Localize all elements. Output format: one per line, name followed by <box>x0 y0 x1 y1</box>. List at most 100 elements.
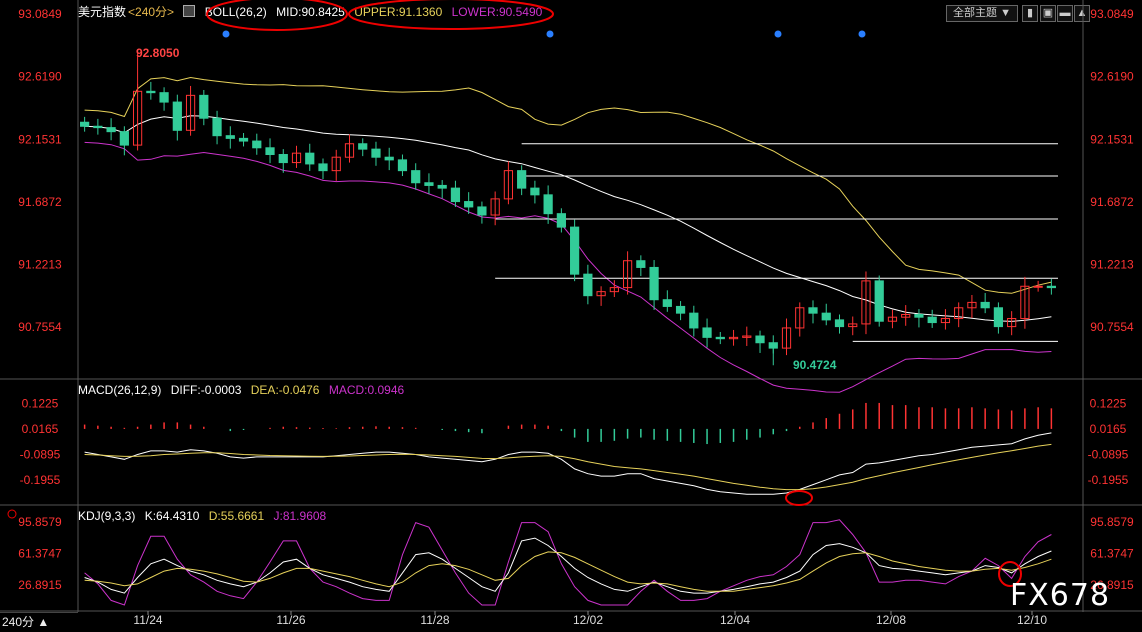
candle-body <box>265 147 275 156</box>
macd-dea-line <box>84 443 1052 491</box>
macd-axis-tick-left: -0.0895 <box>20 447 61 461</box>
kdj-axis-tick-right: 61.3747 <box>1090 546 1134 560</box>
macd-axis-tick-left: 0.0165 <box>22 422 59 436</box>
highlight-ellipse <box>785 490 813 506</box>
price-axis-tick-right: 93.0849 <box>1090 7 1134 21</box>
candle-body <box>159 92 169 103</box>
candle-body <box>437 184 447 189</box>
highlight-ellipse <box>206 0 348 31</box>
candle-body <box>768 342 778 349</box>
candle-body <box>543 194 553 215</box>
candle-body <box>649 266 659 301</box>
price-axis-tick-right: 92.1531 <box>1090 132 1134 146</box>
time-axis-tick: 12/08 <box>876 613 906 627</box>
candle-body <box>530 187 540 196</box>
candle-body <box>834 319 845 328</box>
candle-body <box>212 117 222 137</box>
candle-body <box>146 90 156 94</box>
macd-axis-tick-left: -0.1955 <box>20 473 61 487</box>
candle-body <box>119 131 129 146</box>
candle-body <box>172 101 182 131</box>
candle-body <box>93 125 103 129</box>
candle-body <box>450 187 461 203</box>
time-axis-tick: 11/26 <box>276 613 305 627</box>
kdj-axis-tick-left: 61.3747 <box>18 546 62 560</box>
boll-upper-line <box>84 76 1052 294</box>
candle-body <box>927 316 937 324</box>
macd-axis-tick-right: 0.0165 <box>1090 422 1127 436</box>
time-axis-tick: 11/24 <box>133 613 162 627</box>
candle-body <box>874 280 884 322</box>
candle-body <box>106 127 116 133</box>
chart-canvas[interactable]: 93.0849 93.0849 92.6190 92.6190 92.1531 92.15… <box>0 0 1142 632</box>
candle-body <box>464 201 474 208</box>
kdj-d-line <box>84 551 1052 592</box>
price-axis-tick-left: 92.1531 <box>18 132 62 146</box>
candle-body <box>993 307 1004 328</box>
kdj-axis-tick-left: 26.8915 <box>18 578 62 592</box>
candle-body <box>702 327 712 338</box>
watermark: FX678 <box>1010 578 1111 613</box>
candle-body <box>252 140 262 149</box>
price-axis-tick-left: 91.6872 <box>18 195 62 209</box>
price-axis-tick-right: 91.2213 <box>1090 258 1134 272</box>
candle-body <box>715 336 725 340</box>
time-axis-tick: 12/04 <box>720 613 750 627</box>
candle-body <box>318 163 328 172</box>
candle-body <box>371 148 381 158</box>
candle-body <box>570 226 580 275</box>
period-badge-label: 240分 <box>2 615 35 629</box>
candle-body <box>278 154 288 164</box>
candle-body <box>238 137 249 142</box>
boll-lower-line <box>84 141 1052 393</box>
candle-body <box>980 301 990 309</box>
candle-body <box>477 206 487 216</box>
macd-axis-tick-left: 0.1225 <box>22 396 59 410</box>
candle-body <box>384 156 394 161</box>
price-axis-tick-left: 90.7554 <box>18 320 62 334</box>
price-axis-tick-right: 92.6190 <box>1090 70 1134 84</box>
period-badge[interactable]: 240分 ▲ <box>0 612 78 631</box>
price-axis-tick-left: 91.2213 <box>18 258 62 272</box>
price-axis-tick-right: 91.6872 <box>1090 195 1134 209</box>
candle-body <box>583 273 593 297</box>
price-axis-tick-right: 90.7554 <box>1090 320 1134 334</box>
macd-axis-tick-right: 0.1225 <box>1090 396 1127 410</box>
candle-body <box>675 305 686 314</box>
highlight-ellipse <box>348 0 554 30</box>
candle-body <box>80 121 90 127</box>
kdj-axis-tick-left: 95.8579 <box>18 515 62 529</box>
event-dot <box>222 30 230 38</box>
candle-body <box>305 152 315 165</box>
macd-diff-line <box>84 432 1052 495</box>
candle-body <box>225 135 235 139</box>
candle-body <box>358 143 368 150</box>
price-axis-tick-left: 92.6190 <box>18 70 62 84</box>
kdj-k-line <box>84 537 1052 594</box>
kdj-axis-tick-right: 95.8579 <box>1090 515 1134 529</box>
time-axis-tick: 11/28 <box>420 613 449 627</box>
low-price-label: 90.4724 <box>793 358 837 372</box>
event-dot <box>774 30 782 38</box>
macd-axis-tick-right: -0.1955 <box>1088 473 1129 487</box>
time-axis-tick: 12/10 <box>1017 613 1047 627</box>
candle-body <box>689 312 699 329</box>
candle-body <box>1046 285 1056 289</box>
time-axis-tick: 12/02 <box>573 613 603 627</box>
candle-body <box>755 335 765 344</box>
candle-body <box>411 170 421 184</box>
macd-axis-tick-right: -0.0895 <box>1088 447 1129 461</box>
candle-body <box>397 159 408 172</box>
candle-body <box>914 314 924 318</box>
price-axis-tick-left: 93.0849 <box>18 7 62 21</box>
event-dot <box>546 30 554 38</box>
candle-body <box>199 94 209 119</box>
event-dot <box>858 30 866 38</box>
candle-body <box>1033 285 1043 288</box>
kdj-settings-icon <box>7 509 17 519</box>
candle-body <box>662 299 672 307</box>
candle-body <box>821 312 831 321</box>
candle-body <box>636 260 646 268</box>
candle-body <box>517 170 527 189</box>
high-price-label: 92.8050 <box>136 46 180 60</box>
